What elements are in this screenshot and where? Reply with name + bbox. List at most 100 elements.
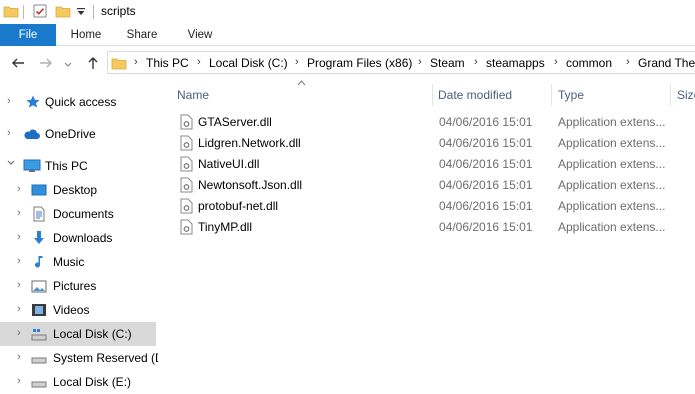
breadcrumb-local-disk-c[interactable]: Local Disk (C:) [209,56,288,70]
address-bar[interactable]: › This PC › Local Disk (C:) › Program Fi… [107,51,695,74]
forward-arrow-icon[interactable] [38,55,54,71]
nav-label: Music [53,255,85,269]
file-date: 04/06/2016 15:01 [439,157,533,171]
breadcrumb-chevron-icon[interactable]: › [134,56,138,68]
nav-label: Videos [53,303,90,317]
collapse-chevron-icon[interactable] [6,158,16,171]
breadcrumb-chevron-icon[interactable]: › [197,56,201,68]
expand-chevron-icon[interactable]: › [7,127,11,139]
breadcrumb-common[interactable]: common [566,56,612,70]
file-row[interactable]: NativeUI.dll 04/06/2016 15:01 Applicatio… [174,154,694,175]
column-divider[interactable] [551,84,552,106]
expand-chevron-icon[interactable]: › [17,303,21,315]
dll-file-icon [180,114,193,130]
dll-file-icon [180,156,193,172]
pictures-icon [31,278,47,294]
tab-file[interactable]: File [0,24,56,46]
breadcrumb-steam[interactable]: Steam [430,56,465,70]
column-header-size[interactable]: Size [677,88,695,102]
nav-item-downloads[interactable]: › Downloads [0,226,158,250]
nav-item-pictures[interactable]: › Pictures [0,274,158,298]
nav-label: System Reserved (D [53,351,164,365]
new-folder-icon[interactable] [55,3,71,22]
file-type: Application extens... [558,220,666,234]
nav-item-music[interactable]: › Music [0,250,158,274]
expand-chevron-icon[interactable]: › [17,231,21,243]
nav-item-this-pc[interactable]: This PC [0,154,158,178]
column-header-date-modified[interactable]: Date modified [438,88,512,102]
breadcrumb-chevron-icon[interactable]: › [474,56,478,68]
up-arrow-icon[interactable] [85,55,101,71]
nav-item-quick-access[interactable]: › Quick access [0,90,158,114]
expand-chevron-icon[interactable]: › [17,183,21,195]
nav-label: Documents [53,207,114,221]
file-type: Application extens... [558,178,666,192]
star-icon [25,94,41,110]
tab-share[interactable]: Share [116,24,168,46]
breadcrumb-chevron-icon[interactable]: › [295,56,299,68]
music-icon [31,254,47,270]
file-name: GTAServer.dll [198,115,272,129]
expand-chevron-icon[interactable]: › [17,351,21,363]
file-row[interactable]: protobuf-net.dll 04/06/2016 15:01 Applic… [174,196,694,217]
nav-item-local-disk-c[interactable]: › Local Disk (C:) [0,322,156,346]
file-name: Newtonsoft.Json.dll [198,178,303,192]
folder-icon [3,3,19,22]
navigation-pane: › Quick access › OneDrive This PC › Desk… [0,84,164,394]
computer-icon [23,158,41,174]
properties-icon[interactable] [32,3,48,22]
tab-home[interactable]: Home [60,24,112,46]
breadcrumb-steamapps[interactable]: steamapps [486,56,545,70]
nav-item-desktop[interactable]: › Desktop [0,178,158,202]
nav-item-videos[interactable]: › Videos [0,298,158,322]
file-date: 04/06/2016 15:01 [439,199,533,213]
breadcrumb-chevron-icon[interactable]: › [418,56,422,68]
file-type: Application extens... [558,199,666,213]
column-divider[interactable] [670,84,671,106]
file-row[interactable]: TinyMP.dll 04/06/2016 15:01 Application … [174,217,694,238]
nav-item-local-disk-e[interactable]: › Local Disk (E:) [0,370,158,394]
nav-label: Pictures [53,279,97,293]
breadcrumb-program-files-x86[interactable]: Program Files (x86) [307,56,412,70]
customize-quick-access-icon[interactable] [76,6,86,20]
drive-icon [31,374,47,390]
file-name: Lidgren.Network.dll [198,136,301,150]
documents-icon [31,206,47,222]
breadcrumb-grand-theft[interactable]: Grand Theft [638,56,695,70]
column-divider[interactable] [432,84,433,106]
breadcrumb-this-pc[interactable]: This PC [146,56,189,70]
file-date: 04/06/2016 15:01 [439,115,533,129]
nav-label: OneDrive [45,127,96,141]
tab-view[interactable]: View [174,24,226,46]
file-date: 04/06/2016 15:01 [439,178,533,192]
nav-item-documents[interactable]: › Documents [0,202,158,226]
nav-label: Local Disk (E:) [53,375,132,389]
breadcrumb-chevron-icon[interactable]: › [626,56,630,68]
back-arrow-icon[interactable] [10,55,26,71]
expand-chevron-icon[interactable]: › [17,327,21,339]
expand-chevron-icon[interactable]: › [17,255,21,267]
window-title: scripts [101,4,136,18]
nav-label: Downloads [53,231,113,245]
file-row[interactable]: Lidgren.Network.dll 04/06/2016 15:01 App… [174,133,694,154]
expand-chevron-icon[interactable]: › [17,207,21,219]
file-type: Application extens... [558,157,666,171]
recent-locations-chevron-icon[interactable] [63,59,73,69]
dll-file-icon [180,135,193,151]
expand-chevron-icon[interactable]: › [17,375,21,387]
nav-label: This PC [45,159,88,173]
file-type: Application extens... [558,115,666,129]
dll-file-icon [180,198,193,214]
dll-file-icon [180,177,193,193]
nav-item-system-reserved-d[interactable]: › System Reserved (D [0,346,164,370]
expand-chevron-icon[interactable]: › [7,95,11,107]
file-row[interactable]: Newtonsoft.Json.dll 04/06/2016 15:01 App… [174,175,694,196]
breadcrumb-chevron-icon[interactable]: › [554,56,558,68]
file-name: NativeUI.dll [198,157,260,171]
expand-chevron-icon[interactable]: › [17,279,21,291]
column-header-type[interactable]: Type [558,88,584,102]
sort-ascending-icon [297,78,306,88]
file-row[interactable]: GTAServer.dll 04/06/2016 15:01 Applicati… [174,112,694,133]
nav-item-onedrive[interactable]: › OneDrive [0,122,158,146]
column-header-name[interactable]: Name [177,88,209,102]
